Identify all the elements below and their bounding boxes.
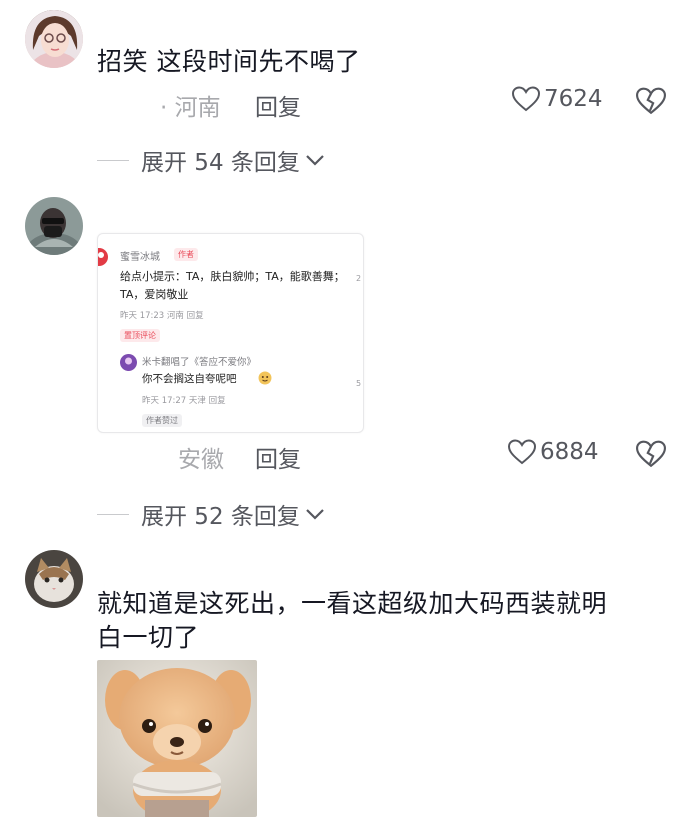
like-button[interactable]: 6884 bbox=[508, 439, 599, 465]
like-button[interactable]: 7624 bbox=[512, 86, 603, 112]
author-badge: 作者 bbox=[174, 248, 198, 261]
user-avatar[interactable] bbox=[25, 10, 83, 68]
chevron-down-icon bbox=[306, 155, 324, 166]
plush-dog-photo bbox=[97, 660, 257, 817]
comment-location: 安徽 bbox=[178, 447, 224, 473]
like-count: 7624 bbox=[544, 86, 603, 112]
avatar-portrait bbox=[25, 550, 83, 608]
user-avatar[interactable] bbox=[25, 550, 83, 608]
embedded-sub-username: 米卡翻唱了《答应不爱你》 bbox=[142, 357, 257, 368]
comment-image[interactable] bbox=[97, 660, 257, 817]
expand-replies-button[interactable]: 展开 54 条回复 bbox=[97, 143, 326, 177]
embedded-edge-char: 2 bbox=[356, 274, 362, 283]
reply-button[interactable]: 回复 bbox=[255, 88, 301, 122]
divider-line bbox=[97, 513, 129, 515]
embedded-edge-char: 5 bbox=[356, 379, 362, 388]
user-avatar[interactable] bbox=[25, 197, 83, 255]
expand-replies-button[interactable]: 展开 52 条回复 bbox=[97, 497, 326, 531]
divider-line bbox=[97, 159, 129, 161]
broken-heart-icon[interactable] bbox=[636, 439, 666, 469]
avatar-portrait bbox=[25, 10, 83, 68]
broken-heart-icon[interactable] bbox=[636, 86, 666, 116]
heart-outline-icon bbox=[512, 86, 540, 112]
embedded-username: 蜜雪冰城 bbox=[120, 252, 160, 263]
heart-outline-icon bbox=[508, 439, 536, 465]
comment-location: · 河南 bbox=[160, 95, 221, 121]
like-count: 6884 bbox=[540, 439, 599, 465]
brand-logo-icon bbox=[98, 248, 108, 266]
comment-text-line2: 白一切了 bbox=[97, 623, 200, 652]
embedded-sub-meta: 昨天 17:27 天津 回复 bbox=[142, 396, 226, 406]
expand-replies-label: 展开 52 条回复 bbox=[141, 504, 300, 530]
embedded-screenshot: 蜜雪冰城 作者 给点小提示：TA，肤白貌帅；TA，能歌善舞；TA，爱岗敬业 昨天… bbox=[97, 233, 364, 433]
sub-avatar bbox=[120, 354, 137, 371]
chevron-down-icon bbox=[306, 509, 324, 520]
embedded-comment-meta: 昨天 17:23 河南 回复 bbox=[120, 311, 204, 321]
expand-replies-label: 展开 54 条回复 bbox=[141, 150, 300, 176]
comment-text: 招笑 这段时间先不喝了 bbox=[97, 47, 361, 76]
pinned-badge: 置顶评论 bbox=[120, 329, 160, 342]
embedded-sub-body: 你不会搁这自夸呢吧 bbox=[142, 373, 237, 385]
emoji-icon bbox=[258, 371, 272, 385]
reply-button[interactable]: 回复 bbox=[255, 440, 301, 474]
author-liked-badge: 作者赞过 bbox=[142, 414, 182, 427]
comment-text-line1: 就知道是这死出，一看这超级加大码西装就明 bbox=[97, 589, 608, 618]
avatar-portrait bbox=[25, 197, 83, 255]
embedded-comment-body: 给点小提示：TA，肤白貌帅；TA，能歌善舞；TA，爱岗敬业 bbox=[120, 270, 345, 301]
